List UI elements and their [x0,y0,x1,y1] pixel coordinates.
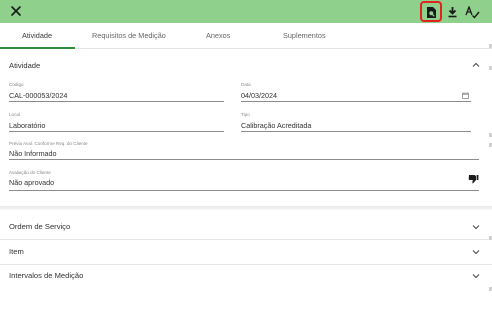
section-title-intervalos-de-medicao: Intervalos de Medição [9,271,84,280]
chevron-down-icon[interactable] [472,272,480,280]
thumbs-down-icon[interactable] [468,174,479,184]
activity-panel-title: Atividade [9,61,41,70]
calendar-icon[interactable] [462,92,469,99]
top-toolbar [0,0,492,23]
section-title-item: Item [9,247,24,256]
previa-underline [9,159,479,160]
tab-requisitos-de-medicao[interactable]: Requisitos de Medição [92,31,166,40]
avaliacao-field[interactable]: Não aprovado [9,178,54,187]
data-underline [241,101,471,102]
section-title-ordem-de-servico: Ordem de Serviço [9,222,71,231]
previa-field[interactable]: Não Informado [9,149,57,158]
avaliacao-underline [9,190,479,191]
download-icon[interactable] [443,3,461,21]
tipo-underline [241,131,471,132]
tab-atividade[interactable]: Atividade [22,31,52,40]
document-search-icon[interactable] [422,3,440,21]
section-ordem-de-servico[interactable]: Ordem de Serviço [0,217,492,237]
tipo-label: Tipo [241,112,250,117]
section-separator [0,206,492,210]
divider [0,239,492,240]
local-field[interactable]: Laboratório [9,121,45,130]
tipo-field[interactable]: Calibração Acreditada [241,121,311,130]
local-label: Local [9,112,20,117]
active-tab-indicator [0,47,75,49]
section-item[interactable]: Item [0,242,492,262]
spellcheck-icon[interactable] [463,3,481,21]
tab-bar: Atividade Requisitos de Medição Anexos S… [0,23,492,49]
section-intervalos-de-medicao[interactable]: Intervalos de Medição [0,266,492,286]
data-field[interactable]: 04/03/2024 [241,91,277,100]
previa-label: Prévia Aval. Conforme Req. do Cliente [9,141,88,146]
tab-suplementos[interactable]: Suplementos [283,31,326,40]
codigo-label: Código [9,82,24,87]
chevron-down-icon[interactable] [472,223,480,231]
avaliacao-label: Avaliação do Cliente [9,170,51,175]
divider [0,264,492,265]
codigo-underline [9,101,224,102]
codigo-field[interactable]: CAL-000053/2024 [9,91,67,100]
chevron-down-icon[interactable] [472,248,480,256]
local-underline [9,131,224,132]
chevron-up-icon[interactable] [472,61,480,69]
tab-anexos[interactable]: Anexos [206,31,230,40]
activity-panel-header[interactable]: Atividade [0,56,492,76]
close-icon[interactable] [9,4,23,18]
data-label: Data [241,82,251,87]
